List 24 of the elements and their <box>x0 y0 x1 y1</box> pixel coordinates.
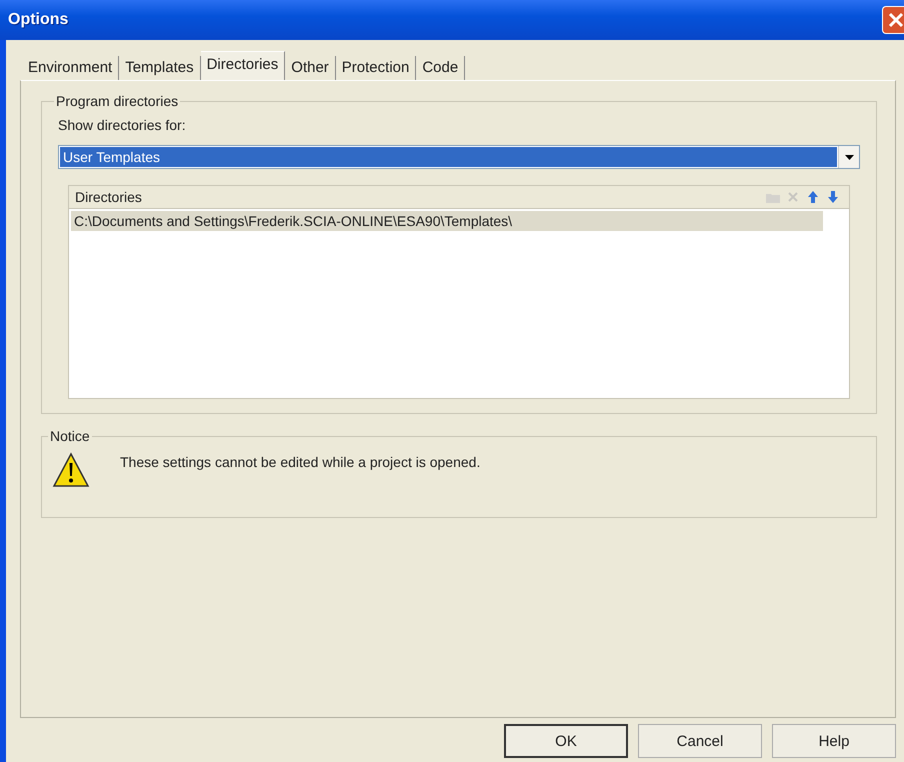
close-button[interactable] <box>882 6 904 34</box>
list-item[interactable]: C:\Documents and Settings\Frederik.SCIA-ONLINE\ESA90\Templates\ <box>71 211 823 231</box>
dialog-button[interactable]: OK <box>504 724 628 758</box>
delete-icon <box>788 192 798 202</box>
group-title: Notice <box>49 428 91 444</box>
group-title: Program directories <box>55 93 180 109</box>
tab[interactable]: Protection <box>336 56 416 80</box>
dialog-button[interactable]: Help <box>772 724 896 758</box>
dropdown[interactable]: User Templates <box>58 145 860 169</box>
folder-icon <box>766 192 780 202</box>
tab[interactable]: Directories <box>200 51 286 80</box>
tab[interactable]: Other <box>285 56 336 80</box>
notice-message: These settings cannot be edited while a project is opened. <box>120 454 480 470</box>
caret-icon <box>844 154 854 160</box>
arrow-down-icon <box>828 191 838 203</box>
tab[interactable]: Environment <box>22 56 120 80</box>
tab[interactable]: Code <box>416 56 466 80</box>
window-title: Options <box>8 11 68 29</box>
field-label: Show directories for: <box>58 117 187 133</box>
dialog-button[interactable]: Cancel <box>638 724 762 758</box>
close-icon <box>888 12 904 28</box>
warning-icon <box>52 452 90 488</box>
arrow-up-icon <box>808 191 818 203</box>
column-heading: Directories <box>75 189 143 205</box>
